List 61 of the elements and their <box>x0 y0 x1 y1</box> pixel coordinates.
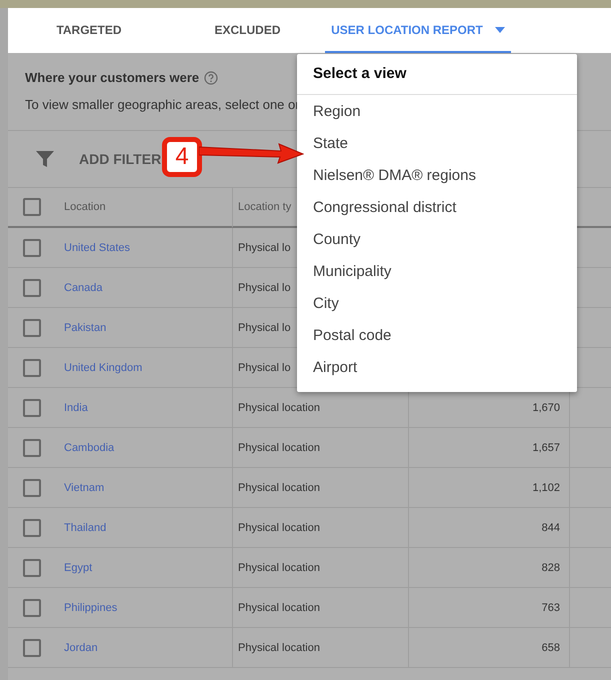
table-cell: 844 <box>542 522 560 534</box>
menu-item[interactable]: Airport <box>297 351 577 383</box>
menu-item[interactable]: City <box>297 287 577 319</box>
menu-item[interactable]: Region <box>297 95 577 127</box>
filter-icon[interactable] <box>36 150 54 168</box>
location-link[interactable]: Cambodia <box>64 442 114 454</box>
table-cell: Physical location <box>238 602 320 614</box>
table-cell: 763 <box>542 602 560 614</box>
location-link[interactable]: Canada <box>64 282 103 294</box>
checkbox[interactable] <box>22 318 40 336</box>
table-cell: Physical lo <box>238 282 291 294</box>
menu-item[interactable]: County <box>297 223 577 255</box>
location-link[interactable]: United Kingdom <box>64 362 142 374</box>
table-cell: Physical lo <box>238 362 291 374</box>
table-cell: Physical lo <box>238 242 291 254</box>
section-title: Where your customers were <box>25 70 200 85</box>
location-link[interactable]: Egypt <box>64 562 92 574</box>
checkbox[interactable] <box>22 358 40 376</box>
checkbox[interactable] <box>22 438 40 456</box>
table-cell: 658 <box>542 642 560 654</box>
table-cell: Physical location <box>238 522 320 534</box>
menu-item[interactable]: Postal code <box>297 319 577 351</box>
table-cell: 1,657 <box>532 442 560 454</box>
location-link[interactable]: Vietnam <box>64 482 104 494</box>
table-cell: Physical location <box>238 482 320 494</box>
table-cell: 828 <box>542 562 560 574</box>
location-link[interactable]: India <box>64 402 88 414</box>
location-link[interactable]: Pakistan <box>64 322 106 334</box>
menu-item[interactable]: Municipality <box>297 255 577 287</box>
checkbox[interactable] <box>22 518 40 536</box>
column-header[interactable]: Location <box>64 201 106 213</box>
checkbox[interactable] <box>22 398 40 416</box>
table-cell: 1,102 <box>532 482 560 494</box>
table-cell: Physical location <box>238 442 320 454</box>
checkbox[interactable] <box>22 478 40 496</box>
checkbox[interactable] <box>22 198 40 216</box>
step-badge: 4 <box>164 139 200 175</box>
add-filter-button[interactable]: ADD FILTER <box>79 151 162 167</box>
checkbox[interactable] <box>22 598 40 616</box>
checkbox[interactable] <box>22 238 40 256</box>
checkbox[interactable] <box>22 278 40 296</box>
checkbox[interactable] <box>22 558 40 576</box>
tab[interactable]: TARGETED <box>8 8 170 53</box>
table-cell: Physical location <box>238 402 320 414</box>
menu-title: Select a view <box>297 54 577 95</box>
tab[interactable]: EXCLUDED <box>170 8 325 53</box>
caret-icon <box>494 26 505 32</box>
table-cell: 1,670 <box>532 402 560 414</box>
menu-item[interactable]: Congressional district <box>297 191 577 223</box>
location-link[interactable]: Philippines <box>64 602 118 614</box>
table-cell: Physical lo <box>238 322 291 334</box>
menu-item[interactable]: Nielsen® DMA® regions <box>297 159 577 191</box>
menu-item[interactable]: State <box>297 127 577 159</box>
location-link[interactable]: Thailand <box>64 522 106 534</box>
table-cell: Physical location <box>238 642 320 654</box>
location-link[interactable]: United States <box>64 242 130 254</box>
column-header[interactable]: Location ty <box>238 201 292 213</box>
checkbox[interactable] <box>22 638 40 656</box>
table-cell: Physical location <box>238 562 320 574</box>
location-link[interactable]: Jordan <box>64 642 98 654</box>
help-icon[interactable] <box>204 70 218 84</box>
